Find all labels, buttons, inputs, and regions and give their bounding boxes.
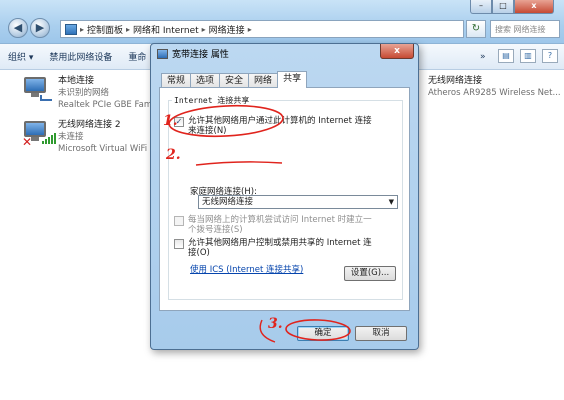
maximize-button[interactable]: □ [492, 0, 514, 14]
tab-options[interactable]: 选项 [190, 73, 221, 88]
address-bar[interactable]: ▸ 控制面板 ▸ 网络和 Internet ▸ 网络连接 ▸ [60, 20, 464, 38]
tab-networking[interactable]: 网络 [248, 73, 279, 88]
settings-button[interactable]: 设置(G)... [344, 266, 396, 281]
home-network-value: 无线网络连接 [202, 197, 254, 207]
organize-menu[interactable]: 组织 ▾ [0, 50, 41, 63]
minimize-button[interactable]: – [470, 0, 492, 14]
network-icon [157, 48, 168, 59]
connection-device: Atheros AR9285 Wireless Net... [428, 88, 561, 98]
annotation-step-1: 1. [163, 113, 178, 129]
dialog-title-bar: 宽带连接 属性 [157, 47, 229, 60]
preview-pane-icon[interactable]: ▥ [520, 49, 536, 63]
connection-status: 未识别的网络 [58, 88, 110, 98]
disable-device-button[interactable]: 禁用此网络设备 [41, 50, 120, 63]
connection-status: 未连接 [58, 132, 84, 142]
breadcrumb-control-panel[interactable]: 控制面板 [87, 23, 123, 36]
refresh-icon[interactable]: ↻ [466, 20, 486, 38]
dial-on-demand-checkbox[interactable] [174, 216, 184, 226]
ics-help-link[interactable]: 使用 ICS (Internet 连接共享) [190, 263, 303, 275]
dialog-title: 宽带连接 属性 [172, 50, 229, 60]
view-options-icon[interactable]: ▤ [498, 49, 514, 63]
sharing-panel: Internet 连接共享 ✓ 允许其他网络用户通过此计算机的 Internet… [159, 87, 410, 311]
dial-on-demand-option[interactable]: 每当网络上的计算机尝试访问 Internet 时建立一 个拨号连接(S) [174, 215, 372, 235]
connection-device: Microsoft Virtual WiFi M [58, 144, 158, 154]
allow-share-option[interactable]: ✓ 允许其他网络用户通过此计算机的 Internet 连接 来连接(N) [174, 116, 372, 136]
allow-share-label-line2: 来连接(N) [188, 126, 227, 136]
home-network-select[interactable]: 无线网络连接 ▼ [198, 195, 398, 209]
list-item[interactable]: ✕ 无线网络连接 2 未连接 Microsoft Virtual WiFi M [22, 119, 157, 155]
breadcrumb-network-connections[interactable]: 网络连接 [209, 23, 245, 36]
help-icon[interactable]: ? [542, 49, 558, 63]
title-bar: – □ x ◀ ▶ ▸ 控制面板 ▸ 网络和 Internet ▸ 网络连接 ▸… [0, 0, 564, 44]
tab-security[interactable]: 安全 [219, 73, 250, 88]
annotation-step-3: 3. [268, 316, 283, 332]
allow-share-label: 允许其他网络用户通过此计算机的 Internet 连接 [188, 116, 372, 126]
tab-strip: 常规 选项 安全 网络 共享 [161, 71, 308, 88]
annotation-step-2: 2. [166, 147, 181, 163]
dial-on-demand-label-line2: 个拨号连接(S) [188, 225, 243, 235]
cancel-button[interactable]: 取消 [355, 326, 407, 341]
breadcrumb-network-internet[interactable]: 网络和 Internet [133, 23, 199, 36]
allow-control-label: 允许其他网络用户控制或禁用共享的 Internet 连 [188, 238, 372, 248]
toolbar-overflow-button[interactable]: » [472, 52, 494, 62]
connection-device: Realtek PCIe GBE Famil [58, 100, 157, 110]
search-input[interactable]: 搜索 网络连接 [490, 20, 560, 38]
connection-name: 本地连接 [58, 76, 95, 86]
list-item[interactable]: 本地连接 未识别的网络 Realtek PCIe GBE Famil [22, 75, 157, 111]
control-panel-icon [65, 23, 77, 35]
chevron-down-icon: ▼ [388, 198, 394, 206]
allow-control-checkbox[interactable] [174, 239, 184, 249]
allow-control-label-line2: 接(O) [188, 248, 210, 258]
ics-group-title: Internet 连接共享 [172, 95, 252, 106]
dial-on-demand-label: 每当网络上的计算机尝试访问 Internet 时建立一 [188, 215, 372, 225]
wired-connection-icon [22, 75, 52, 103]
list-item[interactable]: 无线网络连接 Atheros AR9285 Wireless Net... [428, 75, 561, 99]
broadband-properties-dialog: 宽带连接 属性 x 常规 选项 安全 网络 共享 Internet 连接共享 ✓… [150, 43, 419, 350]
ok-button[interactable]: 确定 [297, 326, 349, 341]
connection-name: 无线网络连接 [428, 76, 483, 86]
connection-name: 无线网络连接 2 [58, 120, 121, 130]
back-arrow-icon[interactable]: ◀ [8, 18, 28, 38]
tab-sharing[interactable]: 共享 [277, 71, 308, 88]
tab-general[interactable]: 常规 [161, 73, 192, 88]
forward-arrow-icon[interactable]: ▶ [30, 18, 50, 38]
allow-control-option[interactable]: 允许其他网络用户控制或禁用共享的 Internet 连 接(O) [174, 238, 372, 258]
wireless-disconnected-icon: ✕ [22, 119, 56, 149]
dialog-close-button[interactable]: x [380, 44, 414, 59]
close-window-button[interactable]: x [514, 0, 554, 14]
